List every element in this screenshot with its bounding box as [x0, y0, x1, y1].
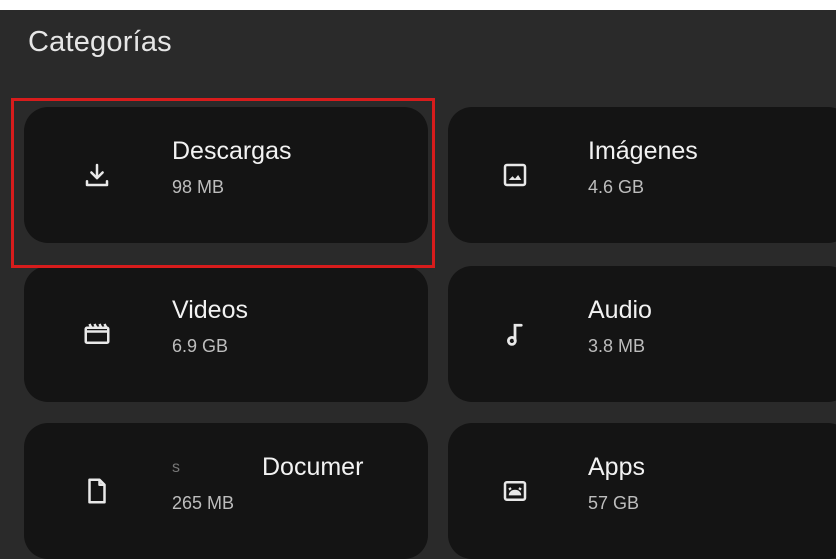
category-size: 6.9 GB: [172, 336, 229, 356]
category-card-downloads[interactable]: Descargas 98 MB: [24, 107, 428, 243]
top-edge: [0, 0, 836, 10]
music-note-icon: [498, 317, 532, 351]
category-card-videos[interactable]: Videos 6.9 GB: [24, 266, 428, 402]
category-label: Videos: [172, 296, 248, 324]
image-icon: [498, 158, 532, 192]
android-icon: [498, 474, 532, 508]
category-size: 4.6 GB: [588, 177, 645, 197]
category-card-apps[interactable]: Apps 57 GB: [448, 423, 836, 559]
category-size: 3.8 MB: [588, 336, 646, 356]
document-icon: [80, 474, 114, 508]
category-size: 57 GB: [588, 493, 640, 513]
category-label: Imágenes: [588, 137, 698, 165]
category-label: s Documer: [172, 453, 422, 482]
section-title: Categorías: [28, 26, 172, 58]
category-size: 98 MB: [172, 177, 225, 197]
download-icon: [80, 158, 114, 192]
category-label: Descargas: [172, 137, 292, 165]
category-label: Apps: [588, 453, 645, 481]
category-label: Audio: [588, 296, 652, 324]
category-label-prefix: s: [172, 459, 180, 477]
category-label-text: Documer: [262, 453, 364, 481]
category-card-audio[interactable]: Audio 3.8 MB: [448, 266, 836, 402]
category-card-documents[interactable]: s Documer 265 MB: [24, 423, 428, 559]
category-card-images[interactable]: Imágenes 4.6 GB: [448, 107, 836, 243]
video-icon: [80, 317, 114, 351]
category-size: 265 MB: [172, 493, 235, 513]
